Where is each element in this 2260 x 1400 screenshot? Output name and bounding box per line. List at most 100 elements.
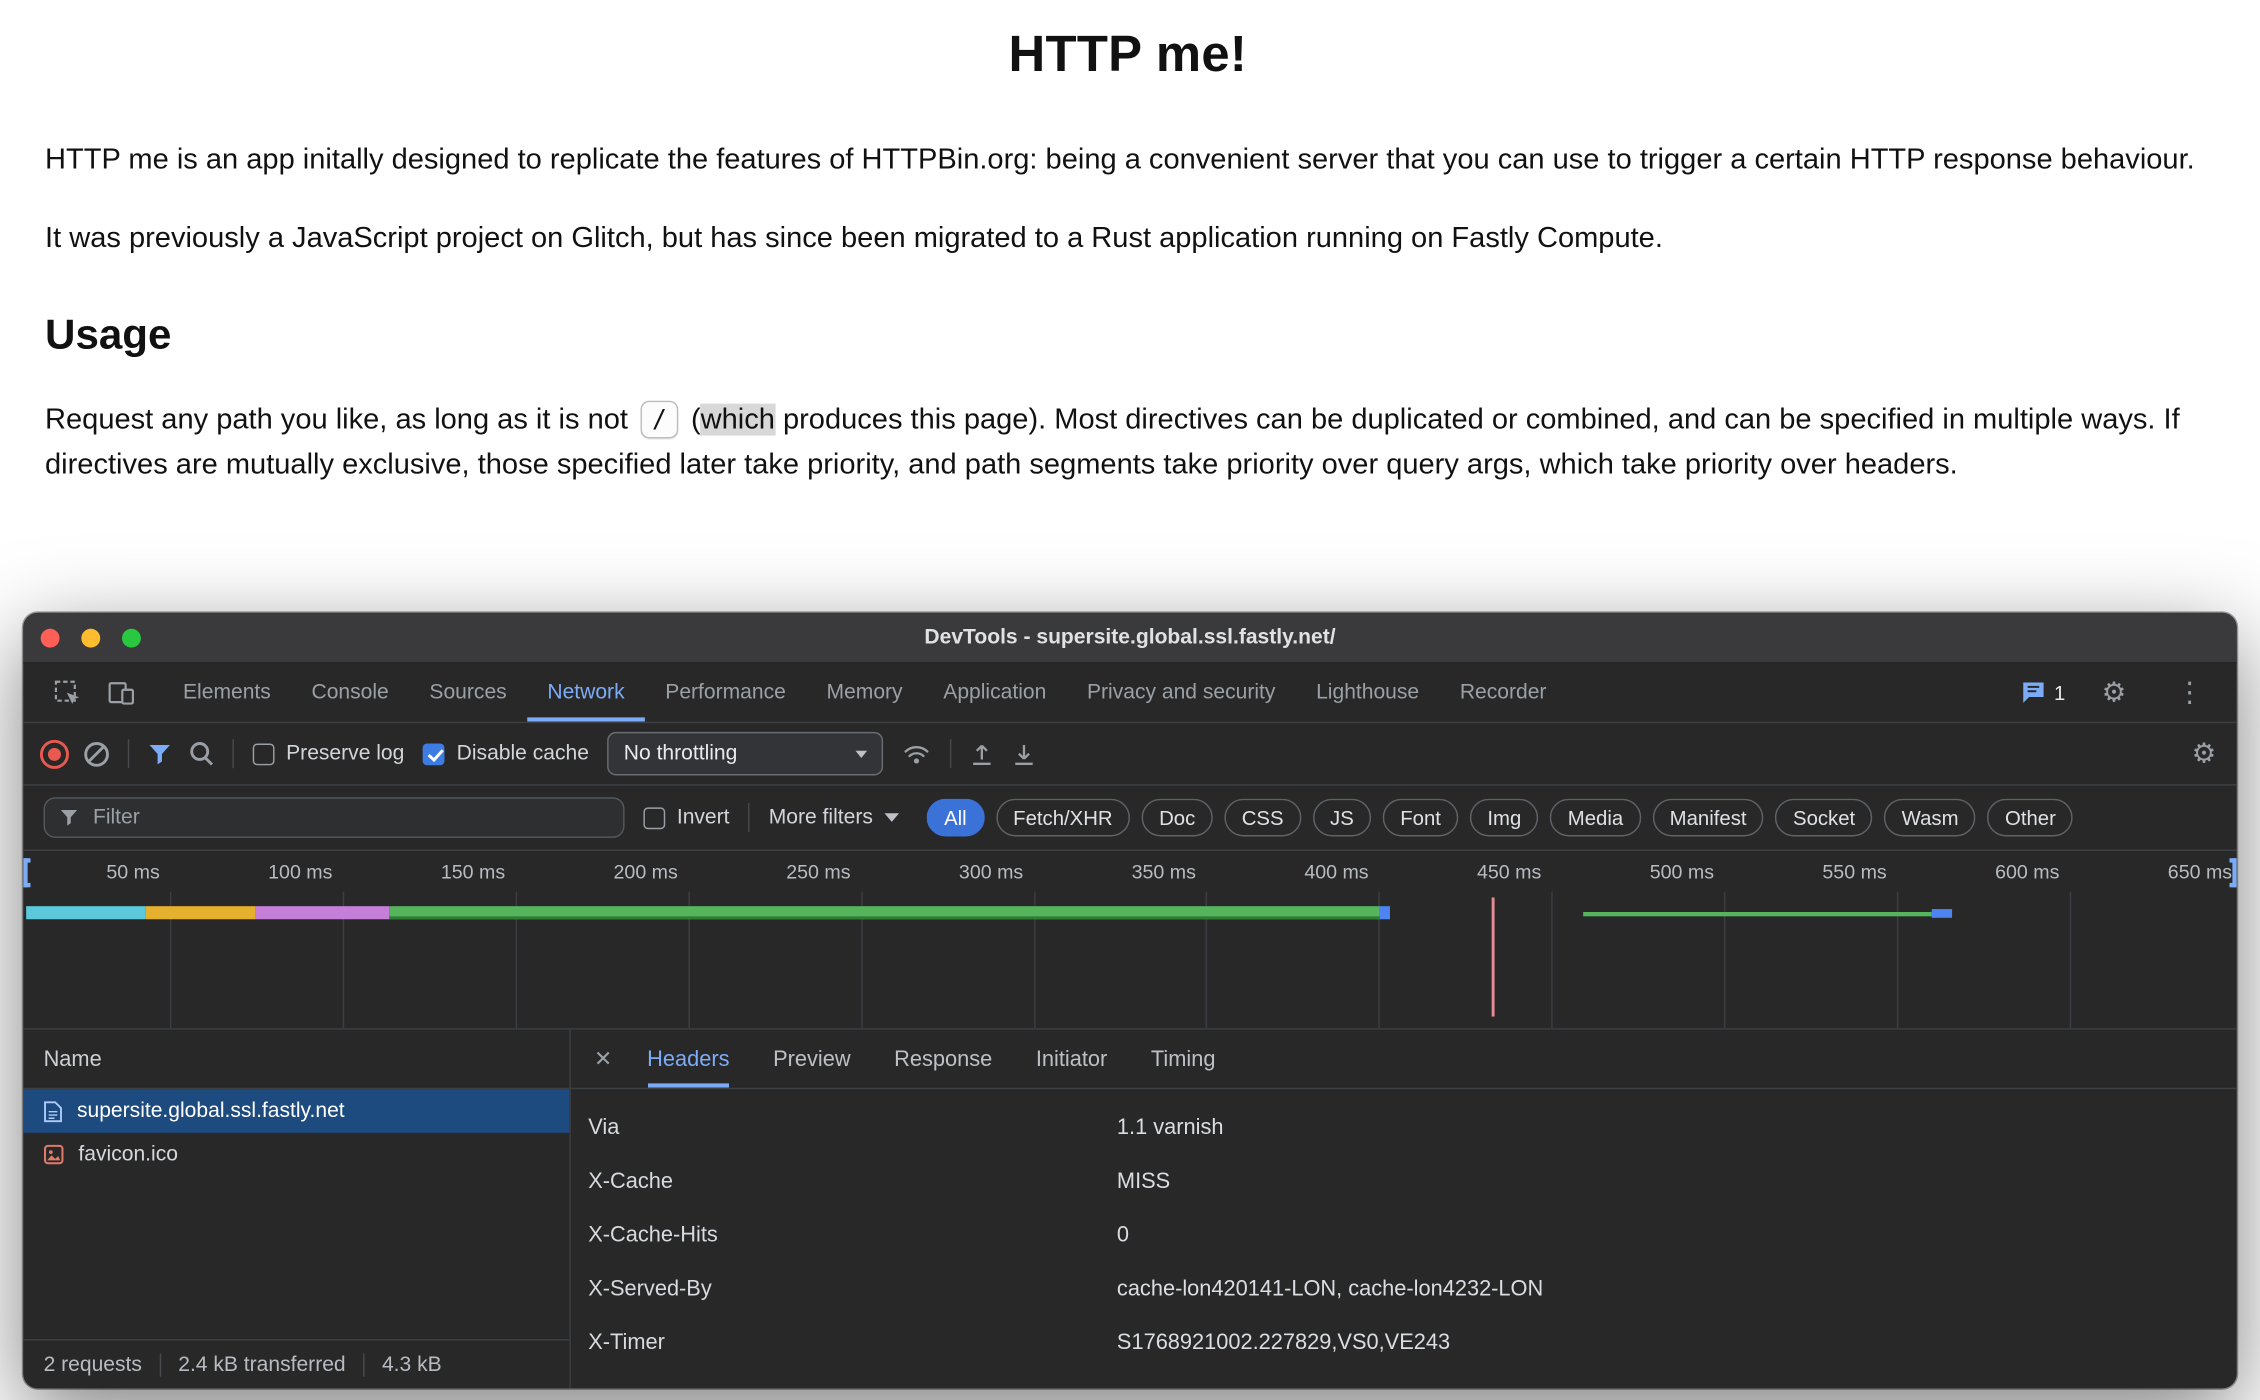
checkbox-unchecked-icon [253, 743, 275, 765]
invert-label: Invert [677, 806, 730, 829]
header-value[interactable]: MISS [1117, 1169, 2237, 1194]
overview-tick-label: 200 ms [533, 861, 678, 883]
filter-chip-wasm[interactable]: Wasm [1884, 799, 1976, 837]
filter-chip-all[interactable]: All [927, 799, 984, 837]
filter-chip-socket[interactable]: Socket [1776, 799, 1873, 837]
filter-chip-fetch-xhr[interactable]: Fetch/XHR [996, 799, 1130, 837]
tab-network[interactable]: Network [527, 664, 645, 722]
tab-elements[interactable]: Elements [163, 664, 291, 722]
headers-list: Via1.1 varnishX-CacheMISSX-Cache-Hits0X-… [571, 1089, 2237, 1369]
header-value[interactable]: S1768921002.227829,VS0,VE243 [1117, 1330, 2237, 1355]
main-tab-strip: ElementsConsoleSourcesNetworkPerformance… [163, 664, 1567, 722]
close-details-icon[interactable]: ✕ [594, 1046, 612, 1072]
details-tab-bar: ✕ Headers Preview Response Initiator Timing [571, 1030, 2237, 1090]
waterfall-dns [26, 906, 145, 919]
usage-heading: Usage [45, 312, 2211, 360]
filter-chip-manifest[interactable]: Manifest [1652, 799, 1764, 837]
name-column-header[interactable]: Name [23, 1030, 569, 1090]
inspect-element-icon[interactable] [54, 679, 82, 707]
request-row-favicon-ico[interactable]: favicon.ico [23, 1133, 569, 1177]
request-row-supersite-global-ssl-fastly-net[interactable]: supersite.global.ssl.fastly.net [23, 1089, 569, 1133]
filter-chip-media[interactable]: Media [1550, 799, 1640, 837]
invert-checkbox[interactable]: Invert [643, 806, 729, 829]
header-key: X-Cache-Hits [571, 1223, 1117, 1248]
waterfall-ssl [256, 906, 390, 919]
web-page: HTTP me! HTTP me is an app initally desi… [0, 26, 2260, 488]
header-row-x-served-by: X-Served-Bycache-lon420141-LON, cache-lo… [571, 1262, 2237, 1316]
details-tab-headers[interactable]: Headers [647, 1030, 729, 1088]
filter-chip-img[interactable]: Img [1470, 799, 1539, 837]
overview-bars [23, 892, 2237, 1029]
overview-tick-label: 600 ms [1914, 861, 2059, 883]
toolbar-divider [128, 739, 129, 768]
tab-lighthouse[interactable]: Lighthouse [1296, 664, 1440, 722]
network-main-area: Name supersite.global.ssl.fastly.net favi… [23, 1030, 2237, 1389]
filter-chip-js[interactable]: JS [1313, 799, 1372, 837]
details-tab-initiator[interactable]: Initiator [1036, 1030, 1107, 1088]
usage-paragraph: Request any path you like, as long as it… [45, 398, 2211, 488]
more-filters-dropdown[interactable]: More filters [769, 806, 899, 829]
slash-code: / [640, 400, 678, 438]
tab-recorder[interactable]: Recorder [1439, 664, 1566, 722]
record-network-log-button[interactable] [44, 747, 66, 760]
devtools-window: DevTools - supersite.global.ssl.fastly.n… [23, 613, 2237, 1389]
devtools-titlebar[interactable]: DevTools - supersite.global.ssl.fastly.n… [23, 613, 2237, 664]
import-har-icon[interactable] [971, 741, 994, 766]
issues-button[interactable]: 1 [2021, 681, 2066, 704]
window-title: DevTools - supersite.global.ssl.fastly.n… [924, 626, 1335, 649]
details-tab-timing[interactable]: Timing [1151, 1030, 1216, 1088]
toolbar-divider [951, 739, 952, 768]
filter-chip-other[interactable]: Other [1988, 799, 2074, 837]
filter-chip-font[interactable]: Font [1383, 799, 1459, 837]
filter-input-box[interactable] [44, 797, 625, 838]
tab-console[interactable]: Console [291, 664, 409, 722]
minimize-window-button[interactable] [81, 628, 100, 647]
summary-divider [159, 1353, 160, 1376]
preserve-log-label: Preserve log [286, 742, 404, 765]
page-title: HTTP me! [45, 26, 2211, 84]
summary-item: 4.3 kB [382, 1353, 442, 1376]
kebab-menu-icon[interactable]: ⋮ [2176, 679, 2204, 707]
filter-toggle-button[interactable] [148, 743, 171, 765]
request-name: supersite.global.ssl.fastly.net [77, 1099, 345, 1122]
device-toolbar-icon[interactable] [107, 680, 135, 705]
tab-privacy-and-security[interactable]: Privacy and security [1067, 664, 1296, 722]
tab-sources[interactable]: Sources [409, 664, 527, 722]
issues-count: 1 [2054, 681, 2065, 704]
overview-tick-label: 150 ms [360, 861, 505, 883]
disable-cache-checkbox[interactable]: Disable cache [423, 742, 589, 765]
details-tab-strip: Headers Preview Response Initiator Timing [647, 1030, 1215, 1088]
tab-memory[interactable]: Memory [806, 664, 923, 722]
filter-chip-doc[interactable]: Doc [1142, 799, 1213, 837]
waterfall-favicon-download [1932, 909, 1952, 918]
funnel-icon [148, 743, 171, 765]
overview-tick-label: 500 ms [1569, 861, 1714, 883]
details-tab-response[interactable]: Response [894, 1030, 992, 1088]
network-conditions-icon[interactable] [903, 743, 932, 765]
export-har-icon[interactable] [1013, 741, 1036, 766]
summary-divider [363, 1353, 364, 1376]
throttling-select[interactable]: No throttling [608, 732, 884, 776]
settings-gear-icon[interactable]: ⚙ [2102, 679, 2127, 707]
header-value[interactable]: cache-lon420141-LON, cache-lon4232-LON [1117, 1277, 2237, 1302]
header-value[interactable]: 0 [1117, 1223, 2237, 1248]
zoom-window-button[interactable] [122, 628, 141, 647]
network-filter-row: Invert More filters All Fetch/XHR Doc CSS JS… [23, 786, 2237, 851]
usage-text-pre: Request any path you like, as long as it… [45, 403, 636, 435]
network-overview[interactable]: 50 ms100 ms150 ms200 ms250 ms300 ms350 m… [23, 851, 2237, 1030]
tab-application[interactable]: Application [923, 664, 1067, 722]
header-value[interactable]: 1.1 varnish [1117, 1115, 2237, 1140]
close-window-button[interactable] [41, 628, 60, 647]
request-details-panel: ✕ HeadersPreviewResponseInitiatorTiming … [571, 1030, 2237, 1389]
filter-input[interactable] [90, 805, 609, 831]
filter-chip-row: All Fetch/XHR Doc CSS JS Font Img Media Manifest… [927, 799, 2074, 837]
network-settings-gear-icon[interactable]: ⚙ [2192, 740, 2217, 768]
checkbox-checked-icon [423, 743, 445, 765]
details-tab-preview[interactable]: Preview [773, 1030, 851, 1088]
search-button[interactable] [190, 747, 213, 760]
tab-performance[interactable]: Performance [645, 664, 806, 722]
document-icon [44, 1100, 63, 1122]
preserve-log-checkbox[interactable]: Preserve log [253, 742, 405, 765]
clear-network-log-button[interactable] [84, 741, 109, 766]
filter-chip-css[interactable]: CSS [1224, 799, 1301, 837]
